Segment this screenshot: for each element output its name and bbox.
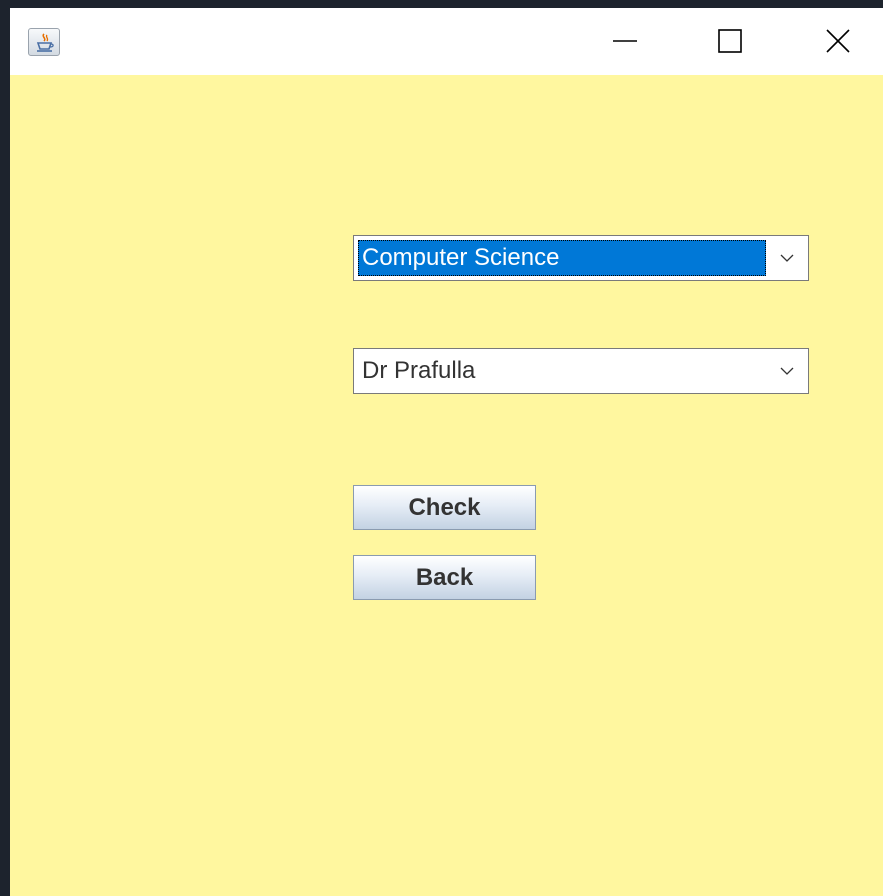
department-select[interactable]: Computer Science <box>353 235 809 281</box>
title-bar[interactable] <box>10 8 883 75</box>
department-select-arrow[interactable] <box>772 240 802 276</box>
app-window: Computer Science Dr Prafulla Check Back <box>10 8 883 896</box>
maximize-button[interactable] <box>685 8 775 75</box>
chevron-down-icon <box>780 254 794 262</box>
check-button[interactable]: Check <box>353 485 536 530</box>
faculty-select-value: Dr Prafulla <box>362 357 476 384</box>
minimize-button[interactable] <box>580 8 670 75</box>
back-button[interactable]: Back <box>353 555 536 600</box>
faculty-select[interactable]: Dr Prafulla <box>353 348 809 394</box>
minimize-icon <box>613 40 637 42</box>
close-icon <box>826 29 850 53</box>
close-button[interactable] <box>793 8 883 75</box>
faculty-select-arrow[interactable] <box>772 353 802 389</box>
department-select-value: Computer Science <box>358 240 766 276</box>
maximize-icon <box>718 29 742 53</box>
chevron-down-icon <box>780 367 794 375</box>
java-cup-icon[interactable] <box>28 28 60 56</box>
